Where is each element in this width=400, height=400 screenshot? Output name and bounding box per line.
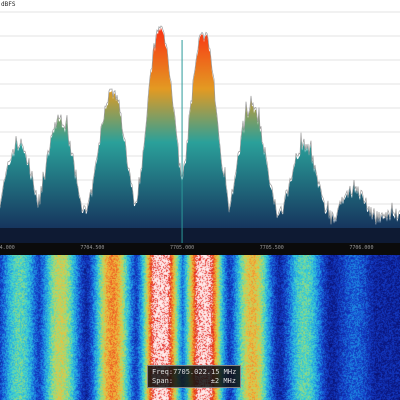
frequency-axis: 7704.000 7704.500 7705.000 7705.500 7706.000 (0, 243, 400, 255)
frequency-tick-label: 7704.500 (80, 245, 105, 251)
spectrum-plot[interactable] (0, 0, 400, 243)
spectrum-floor (0, 228, 400, 243)
cursor-tooltip: Freq: 7705.022.15 MHz Span: ±2 MHz (147, 365, 241, 388)
tooltip-span-value: ±2 MHz (210, 377, 236, 385)
tooltip-freq-value: 7705.022.15 MHz (173, 368, 237, 376)
frequency-tick-label: 7704.000 (0, 245, 15, 251)
level-unit-label: dBFS (1, 1, 16, 8)
frequency-tick-label: 7705.000 (170, 245, 195, 251)
frequency-tick-label: 7705.500 (259, 245, 284, 251)
tooltip-freq-label: Freq: (152, 368, 174, 376)
spectrum-display[interactable]: dBFS (0, 0, 400, 243)
frequency-tick-label: 7706.000 (349, 245, 374, 251)
tooltip-span-label: Span: (152, 377, 174, 385)
